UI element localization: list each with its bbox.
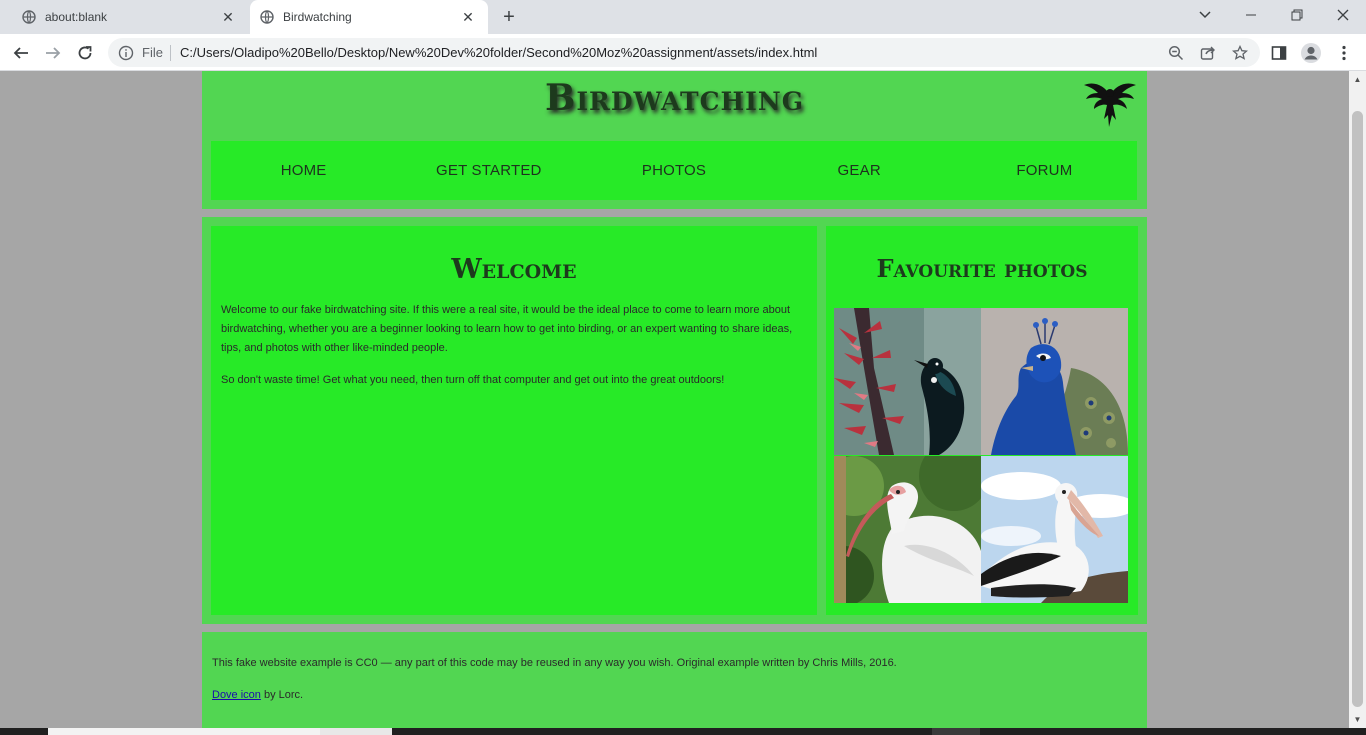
tab-about-blank[interactable]: about:blank ✕ [0, 0, 248, 34]
site-header: Birdwatching HOME GET STARTED PHOTOS GEA… [202, 71, 1147, 209]
dove-icon-credit-link[interactable]: Dove icon [212, 689, 261, 701]
site-title: Birdwatching [544, 77, 805, 119]
taskbar-search-box[interactable] [48, 728, 320, 735]
zoom-out-icon[interactable] [1166, 43, 1186, 63]
kebab-menu-icon[interactable] [1331, 40, 1357, 66]
browser-toolbar: File C:/Users/Oladipo%20Bello/Desktop/Ne… [0, 34, 1366, 71]
share-icon[interactable] [1198, 43, 1218, 63]
site-footer: This fake website example is CC0 — any p… [202, 632, 1147, 728]
profile-avatar-icon[interactable] [1298, 40, 1324, 66]
dove-icon [1082, 75, 1138, 127]
tab-birdwatching[interactable]: Birdwatching ✕ [250, 0, 488, 34]
scheme-label: File [142, 45, 163, 60]
vertical-scrollbar[interactable]: ▲ ▼ [1349, 71, 1366, 728]
os-taskbar [0, 728, 1366, 735]
tui-bird-photo [834, 308, 981, 455]
address-bar[interactable]: File C:/Users/Oladipo%20Bello/Desktop/Ne… [108, 38, 1260, 67]
main-content: Welcome Welcome to our fake birdwatching… [202, 217, 1147, 624]
welcome-article: Welcome Welcome to our fake birdwatching… [211, 226, 817, 615]
credit-line: Dove icon by Lorc. [212, 689, 303, 701]
new-tab-button[interactable]: + [498, 7, 520, 29]
favourites-heading: Favourite photos [876, 254, 1088, 283]
close-icon[interactable]: ✕ [460, 9, 476, 25]
nav-get-started[interactable]: GET STARTED [396, 162, 581, 179]
pelican-photo [981, 456, 1128, 603]
scroll-down-arrow-icon[interactable]: ▼ [1349, 711, 1366, 728]
bookmark-star-icon[interactable] [1230, 43, 1250, 63]
tab-strip: about:blank ✕ Birdwatching ✕ + [0, 0, 1366, 34]
nav-gear[interactable]: GEAR [767, 162, 952, 179]
license-text: This fake website example is CC0 — any p… [212, 657, 897, 669]
peacock-photo [981, 308, 1128, 455]
credit-rest: by Lorc. [260, 689, 304, 701]
divider [170, 45, 171, 61]
main-nav: HOME GET STARTED PHOTOS GEAR FORUM [211, 141, 1137, 200]
tab-title: about:blank [45, 10, 108, 24]
scroll-up-arrow-icon[interactable]: ▲ [1349, 71, 1366, 88]
info-icon[interactable] [118, 45, 134, 61]
window-close-button[interactable] [1320, 0, 1366, 30]
globe-icon [22, 10, 36, 24]
nav-forum[interactable]: FORUM [952, 162, 1137, 179]
scroll-thumb[interactable] [1352, 111, 1363, 707]
forward-arrow-icon[interactable] [40, 40, 66, 66]
nav-photos[interactable]: PHOTOS [581, 162, 766, 179]
url-text[interactable]: C:/Users/Oladipo%20Bello/Desktop/New%20D… [180, 45, 817, 60]
back-arrow-icon[interactable] [8, 40, 34, 66]
side-panel-icon[interactable] [1266, 40, 1292, 66]
minimize-button[interactable] [1228, 0, 1274, 30]
photo-grid [834, 308, 1128, 603]
taskbar-item[interactable] [932, 728, 980, 735]
welcome-paragraph: So don't waste time! Get what you need, … [221, 374, 725, 386]
welcome-paragraph: Welcome to our fake birdwatching site. I… [221, 304, 793, 354]
tab-title: Birdwatching [283, 10, 352, 24]
nav-home[interactable]: HOME [211, 162, 396, 179]
taskbar-item[interactable] [320, 728, 392, 735]
favourite-photos-aside: Favourite photos [826, 226, 1138, 615]
reload-icon[interactable] [72, 40, 98, 66]
welcome-heading: Welcome [451, 254, 577, 285]
restore-button[interactable] [1274, 0, 1320, 30]
close-icon[interactable]: ✕ [220, 9, 236, 25]
tab-search-chevron-icon[interactable] [1182, 0, 1228, 30]
globe-icon [260, 10, 274, 24]
page-viewport: Birdwatching HOME GET STARTED PHOTOS GEA… [0, 71, 1349, 728]
ibis-photo [834, 456, 981, 603]
